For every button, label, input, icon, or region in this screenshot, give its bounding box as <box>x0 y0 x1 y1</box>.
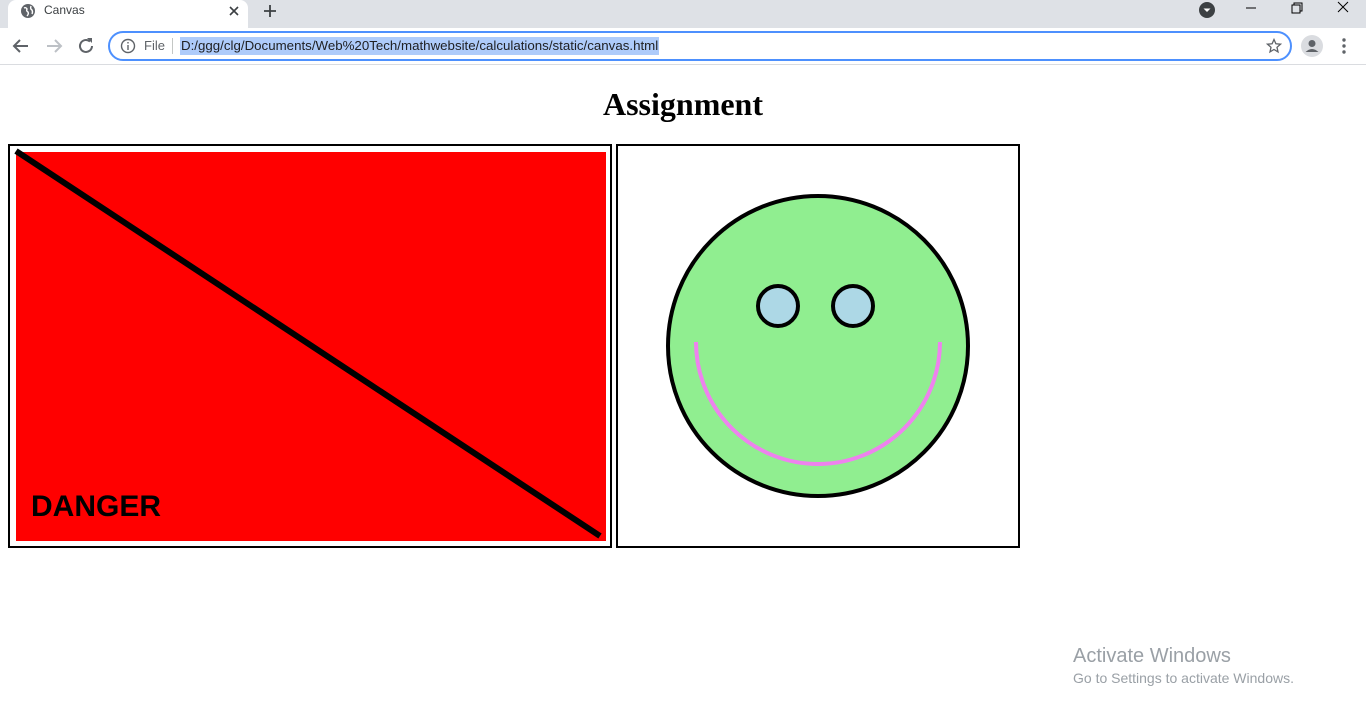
watermark-subtitle: Go to Settings to activate Windows. <box>1073 670 1294 686</box>
restore-icon[interactable] <box>1274 0 1320 20</box>
url-text[interactable]: D:/ggg/clg/Documents/Web%20Tech/mathwebs… <box>180 37 660 55</box>
watermark-title: Activate Windows <box>1073 645 1231 667</box>
address-bar[interactable]: File D:/ggg/clg/Documents/Web%20Tech/mat… <box>108 31 1292 61</box>
back-arrow-icon[interactable] <box>10 35 32 57</box>
tab-title: Canvas <box>44 3 85 17</box>
divider <box>172 38 173 54</box>
danger-label: DANGER <box>31 490 161 523</box>
globe-icon <box>21 4 35 18</box>
forward-arrow-icon[interactable] <box>43 35 65 57</box>
star-icon[interactable] <box>1266 38 1282 54</box>
scheme-label: File <box>144 38 165 53</box>
more-vert-icon[interactable] <box>1336 36 1352 56</box>
account-icon[interactable] <box>1300 34 1324 58</box>
tab-canvas[interactable]: Canvas <box>8 0 248 28</box>
minimize-icon[interactable] <box>1228 0 1274 20</box>
activate-windows-watermark: Activate Windows Go to Settings to activ… <box>1073 644 1294 688</box>
page-title: Assignment <box>602 86 763 122</box>
tab-search-icon[interactable] <box>1198 1 1216 19</box>
tab-strip: Canvas <box>0 0 1366 28</box>
window-close-icon[interactable] <box>1320 0 1366 20</box>
plus-icon[interactable] <box>260 1 280 21</box>
info-icon[interactable] <box>120 38 136 54</box>
browser-toolbar: File D:/ggg/clg/Documents/Web%20Tech/mat… <box>0 28 1366 65</box>
left-eye <box>756 284 800 328</box>
smiley-canvas <box>616 144 1020 548</box>
reload-icon[interactable] <box>75 35 97 57</box>
close-icon[interactable] <box>226 3 242 19</box>
danger-canvas: DANGER <box>8 144 612 548</box>
smiley-face <box>666 194 970 498</box>
right-eye <box>831 284 875 328</box>
